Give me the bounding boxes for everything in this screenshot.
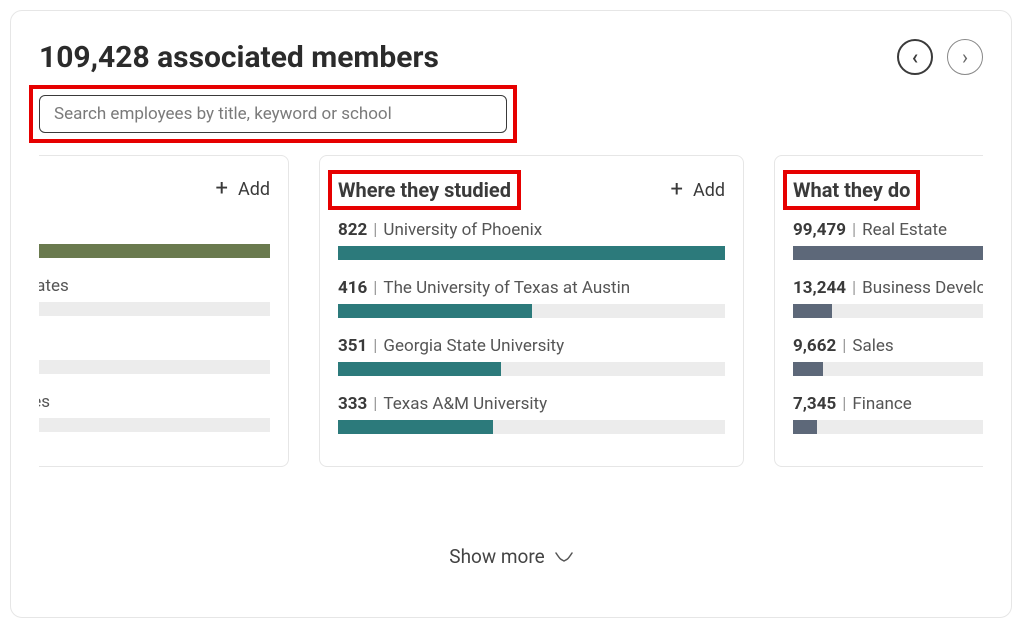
list-item[interactable]: 9,662 | Sales (793, 336, 983, 376)
carousel-nav: ‹ › (897, 39, 983, 75)
item-label: Texas A&M University (383, 394, 547, 414)
item-label: Real Estate (862, 220, 947, 240)
show-more-button[interactable]: Show more (449, 545, 572, 568)
search-input[interactable] (39, 95, 507, 133)
panels-viewport: + Add s ited States States (39, 155, 983, 535)
item-label: Sales (852, 336, 893, 356)
item-label: The University of Texas at Austin (383, 278, 630, 298)
plus-icon: + (215, 178, 227, 200)
panel-where-they-live: + Add s ited States States (39, 155, 289, 467)
page-title: 109,428 associated members (39, 40, 439, 75)
list-item[interactable]: States (39, 334, 270, 374)
members-card: 109,428 associated members ‹ › (10, 10, 1012, 618)
prev-button[interactable]: ‹ (897, 39, 933, 75)
item-count: 13,244 (793, 278, 846, 298)
show-more-label: Show more (449, 545, 544, 568)
item-count: 351 (338, 336, 367, 356)
add-label: Add (238, 179, 270, 200)
item-count: 416 (338, 278, 367, 298)
item-count: 7,345 (793, 394, 836, 414)
list-item[interactable]: ited States (39, 276, 270, 316)
list-item[interactable]: 7,345 | Finance (793, 394, 983, 434)
item-label: Business Developm (862, 278, 983, 298)
next-button[interactable]: › (947, 39, 983, 75)
list-item[interactable]: 99,479 | Real Estate (793, 220, 983, 260)
fade-overlay (39, 475, 983, 535)
item-count: 9,662 (793, 336, 836, 356)
item-count: 99,479 (793, 220, 846, 240)
item-count: 333 (338, 394, 367, 414)
separator: | (373, 336, 377, 356)
separator: | (373, 220, 377, 240)
panels-row: + Add s ited States States (39, 155, 983, 467)
list-item[interactable]: 333 | Texas A&M University (338, 394, 725, 434)
chevron-right-icon: › (962, 47, 968, 67)
add-button[interactable]: + Add (670, 179, 725, 201)
item-label: University of Phoenix (383, 220, 542, 240)
search-wrap (39, 95, 507, 133)
separator: | (852, 220, 856, 240)
list-item[interactable]: s (39, 218, 270, 258)
separator: | (373, 278, 377, 298)
list-item[interactable]: 351 | Georgia State University (338, 336, 725, 376)
separator: | (852, 278, 856, 298)
plus-icon: + (670, 179, 682, 201)
list-item[interactable]: 822 | University of Phoenix (338, 220, 725, 260)
header-row: 109,428 associated members ‹ › (39, 39, 983, 75)
item-label: Georgia State University (383, 336, 564, 356)
panel-what-they-do: What they do 99,479 | Real Estate (774, 155, 983, 467)
add-label: Add (693, 180, 725, 201)
panel-title: What they do (793, 178, 910, 202)
panel-where-they-studied: Where they studied + Add 822 | Universit… (319, 155, 744, 467)
separator: | (842, 336, 846, 356)
item-label: Finance (852, 394, 911, 414)
list-item[interactable]: 416 | The University of Texas at Austin (338, 278, 725, 318)
chevron-down-icon (555, 552, 573, 562)
item-label: d States (39, 392, 50, 412)
chevron-left-icon: ‹ (912, 47, 918, 67)
separator: | (373, 394, 377, 414)
panel-title: Where they studied (338, 178, 511, 202)
list-item[interactable]: 13,244 | Business Developm (793, 278, 983, 318)
item-label: ited States (39, 276, 69, 296)
list-item[interactable]: d States (39, 392, 270, 432)
add-button[interactable]: + Add (215, 178, 270, 200)
separator: | (842, 394, 846, 414)
item-count: 822 (338, 220, 367, 240)
